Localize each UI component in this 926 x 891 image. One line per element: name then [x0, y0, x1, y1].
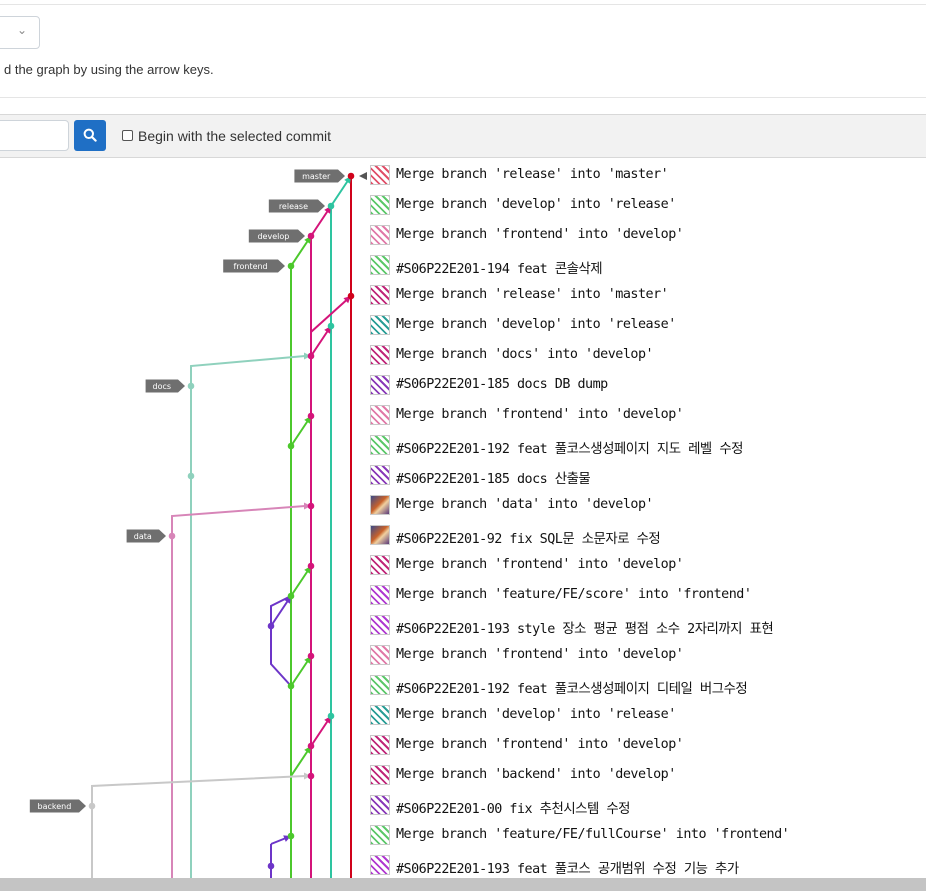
- commit-dot: [88, 802, 96, 810]
- avatar: [370, 435, 390, 455]
- avatar: [370, 315, 390, 335]
- commit-dot: [287, 832, 295, 840]
- commit-graph: master release develop frontend docs data back…: [0, 158, 926, 878]
- avatar: [370, 705, 390, 725]
- avatar: [370, 465, 390, 485]
- commit-message: #S06P22E201-192 feat 풀코스생성페이지 디테일 버그수정: [396, 682, 748, 697]
- horizontal-scrollbar[interactable]: [0, 878, 926, 891]
- search-icon: [83, 128, 97, 142]
- avatar: [370, 375, 390, 395]
- avatar: [370, 255, 390, 275]
- avatar: [370, 855, 390, 875]
- avatar: [370, 345, 390, 365]
- commit-message: Merge branch 'backend' into 'develop': [396, 767, 676, 782]
- commit-dot: [307, 562, 315, 570]
- search-input[interactable]: [0, 120, 69, 151]
- commit-message: #S06P22E201-193 style 장소 평균 평점 소수 2자리까지 …: [396, 622, 774, 637]
- head-pointer-icon: [359, 172, 367, 180]
- section-divider: [0, 97, 926, 98]
- commit-dot: [287, 592, 295, 600]
- avatar: [370, 735, 390, 755]
- branch-tag-label: backend: [38, 802, 72, 811]
- branch-tag-label: develop: [257, 232, 289, 241]
- commit-message: #S06P22E201-00 fix 추천시스템 수정: [396, 802, 630, 817]
- commit-dot: [287, 262, 295, 270]
- commit-message: Merge branch 'frontend' into 'develop': [396, 407, 684, 422]
- commit-dot: [168, 532, 176, 540]
- commit-dot: [287, 682, 295, 690]
- merge-arrow: [91, 775, 306, 806]
- commit-dot: [307, 502, 315, 510]
- commit-dot: [347, 172, 355, 180]
- commit-message: #S06P22E201-185 docs 산출물: [396, 472, 591, 487]
- commit-dot: [307, 742, 315, 750]
- branch-select-dropdown[interactable]: ⌄: [0, 16, 40, 49]
- branch-tag-label: master: [302, 172, 331, 181]
- commit-message: #S06P22E201-92 fix SQL문 소문자로 수정: [396, 532, 661, 547]
- begin-with-selected-checkbox[interactable]: [122, 130, 133, 141]
- commit-dot: [327, 712, 335, 720]
- avatar: [370, 405, 390, 425]
- chevron-down-icon: ⌄: [16, 23, 27, 37]
- commit-dot: [347, 292, 355, 300]
- commit-message: Merge branch 'data' into 'develop': [396, 497, 654, 512]
- top-divider: [0, 4, 926, 5]
- commit-message: Merge branch 'frontend' into 'develop': [396, 227, 684, 242]
- commit-message: Merge branch 'develop' into 'release': [396, 197, 676, 212]
- commit-dot: [307, 352, 315, 360]
- commit-message: Merge branch 'docs' into 'develop': [396, 347, 654, 362]
- commit-dot: [307, 652, 315, 660]
- commit-message: #S06P22E201-194 feat 콘솔삭제: [396, 262, 603, 277]
- graph-toolbar: Begin with the selected commit: [0, 114, 926, 158]
- branch-tag-label: data: [134, 532, 152, 541]
- avatar: [370, 825, 390, 845]
- commit-dot: [267, 622, 275, 630]
- search-button[interactable]: [74, 120, 106, 151]
- branch-tag-label: release: [279, 202, 308, 211]
- branch-tag-label: docs: [153, 382, 172, 391]
- commit-message: Merge branch 'release' into 'master': [396, 167, 669, 182]
- commit-message: #S06P22E201-192 feat 풀코스생성페이지 지도 레벨 수정: [396, 442, 743, 457]
- commit-message: Merge branch 'release' into 'master': [396, 287, 669, 302]
- keyboard-hint-text: d the graph by using the arrow keys.: [4, 62, 214, 77]
- commit-dot: [307, 232, 315, 240]
- avatar: [370, 765, 390, 785]
- commit-message: Merge branch 'frontend' into 'develop': [396, 557, 684, 572]
- commit-dot: [307, 772, 315, 780]
- commit-dot: [307, 412, 315, 420]
- begin-with-selected-label: Begin with the selected commit: [138, 128, 331, 144]
- avatar: [370, 555, 390, 575]
- commit-dot: [327, 322, 335, 330]
- avatar: [370, 795, 390, 815]
- commit-message: Merge branch 'develop' into 'release': [396, 317, 676, 332]
- merge-arrow: [190, 355, 306, 386]
- commit-message: Merge branch 'develop' into 'release': [396, 707, 676, 722]
- avatar: [370, 675, 390, 695]
- commit-message: Merge branch 'frontend' into 'develop': [396, 737, 684, 752]
- commit-message: Merge branch 'feature/FE/fullCourse' int…: [396, 827, 790, 842]
- avatar: [370, 525, 390, 545]
- commit-dot: [327, 202, 335, 210]
- avatar: [370, 615, 390, 635]
- avatar: [370, 195, 390, 215]
- avatar: [370, 225, 390, 245]
- commit-dot: [187, 472, 195, 480]
- commit-message: Merge branch 'frontend' into 'develop': [396, 647, 684, 662]
- commit-dot: [267, 862, 275, 870]
- commit-message: #S06P22E201-193 feat 풀코스 공개범위 수정 기능 추가: [396, 862, 739, 877]
- avatar: [370, 495, 390, 515]
- avatar: [370, 645, 390, 665]
- commit-message: Merge branch 'feature/FE/score' into 'fr…: [396, 587, 752, 602]
- avatar: [370, 585, 390, 605]
- avatar: [370, 165, 390, 185]
- commit-message: #S06P22E201-185 docs DB dump: [396, 377, 608, 392]
- commit-dot: [287, 442, 295, 450]
- avatar: [370, 285, 390, 305]
- commit-dot: [187, 382, 195, 390]
- branch-tag-label: frontend: [234, 262, 268, 271]
